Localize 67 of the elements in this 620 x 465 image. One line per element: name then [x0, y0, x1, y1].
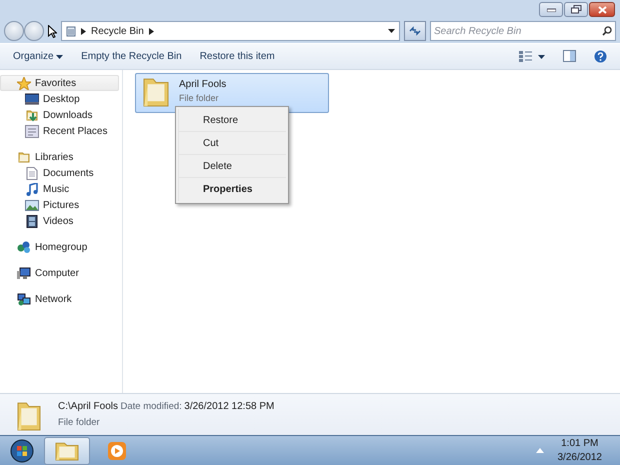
- toolbar-button[interactable]: Restore this item: [192, 46, 282, 67]
- help-icon: [594, 50, 607, 63]
- file-name: April Fools: [179, 78, 226, 92]
- chevron-icon: [81, 28, 86, 34]
- search-icon: [602, 26, 612, 36]
- minimize-icon: [546, 8, 556, 12]
- recent-places-icon: [25, 124, 39, 138]
- sidebar-item[interactable]: Pictures: [0, 197, 119, 213]
- file-tile[interactable]: April Fools File folder: [135, 73, 329, 113]
- sidebar-item[interactable]: Documents: [0, 165, 119, 181]
- refresh-icon: [409, 26, 421, 36]
- date-value: 3/26/2012 12:58 PM: [184, 400, 274, 414]
- dropdown-icon: [388, 29, 395, 33]
- sidebar-item[interactable]: Downloads: [0, 107, 119, 123]
- document-icon: [25, 166, 39, 180]
- menu-item[interactable]: Delete: [178, 155, 286, 178]
- desktop-icon: [25, 92, 39, 106]
- sidebar-item[interactable]: Computer: [0, 265, 119, 281]
- recycle-bin-icon: [66, 25, 76, 37]
- toolbar-button[interactable]: Empty the Recycle Bin: [74, 46, 189, 67]
- computer-icon: [17, 266, 31, 280]
- sidebar-item[interactable]: Libraries: [0, 149, 119, 165]
- sidebar-item[interactable]: Desktop: [0, 91, 119, 107]
- restore-button[interactable]: [564, 2, 588, 17]
- menu-item[interactable]: Cut: [178, 132, 286, 155]
- videos-icon: [25, 214, 39, 228]
- caret-icon: [538, 54, 545, 58]
- clock-time: 1:01 PM: [560, 436, 600, 450]
- music-icon: [25, 182, 39, 196]
- caret-icon: [56, 54, 64, 58]
- minimize-button[interactable]: [539, 2, 563, 17]
- toolbar-button[interactable]: Organize: [6, 46, 70, 67]
- item-path: C:\April Fools: [58, 400, 118, 414]
- network-icon: [17, 292, 31, 306]
- menu-item[interactable]: Restore: [178, 109, 286, 132]
- views-icon: [519, 50, 533, 63]
- tray-arrow-icon: [536, 448, 544, 453]
- sidebar-item[interactable]: Homegroup: [0, 239, 119, 255]
- file-type: File folder: [179, 92, 220, 105]
- downloads-icon: [25, 108, 39, 122]
- play-icon: [107, 440, 127, 460]
- restore-icon: [570, 5, 582, 14]
- address-bar[interactable]: Recycle Bin: [61, 21, 400, 41]
- start-orb-icon: [10, 438, 34, 462]
- sidebar-item[interactable]: Recent Places: [0, 123, 119, 139]
- date-label: Date modified:: [120, 400, 182, 414]
- close-button[interactable]: [589, 2, 615, 17]
- sidebar-item[interactable]: Music: [0, 181, 119, 197]
- close-icon: [598, 6, 606, 14]
- chevron-icon: [148, 28, 154, 34]
- clock-date: 3/26/2012: [558, 450, 602, 464]
- preview-pane-icon: [563, 50, 576, 62]
- refresh-button[interactable]: [404, 21, 426, 41]
- search-box[interactable]: Search Recycle Bin: [430, 21, 616, 41]
- menu-item[interactable]: Properties: [178, 178, 286, 201]
- homegroup-icon: [17, 240, 31, 254]
- pictures-icon: [25, 198, 39, 212]
- star-icon: [17, 76, 31, 90]
- back-button[interactable]: [4, 21, 24, 41]
- breadcrumb-segment[interactable]: Recycle Bin: [91, 24, 144, 38]
- forward-button[interactable]: [24, 21, 44, 41]
- sidebar-item[interactable]: Network: [0, 291, 119, 307]
- library-icon: [17, 150, 31, 164]
- item-type: File folder: [58, 416, 101, 430]
- sidebar-item[interactable]: Videos: [0, 213, 119, 229]
- sidebar-item[interactable]: Favorites: [0, 75, 119, 91]
- cursor-icon: [48, 24, 57, 38]
